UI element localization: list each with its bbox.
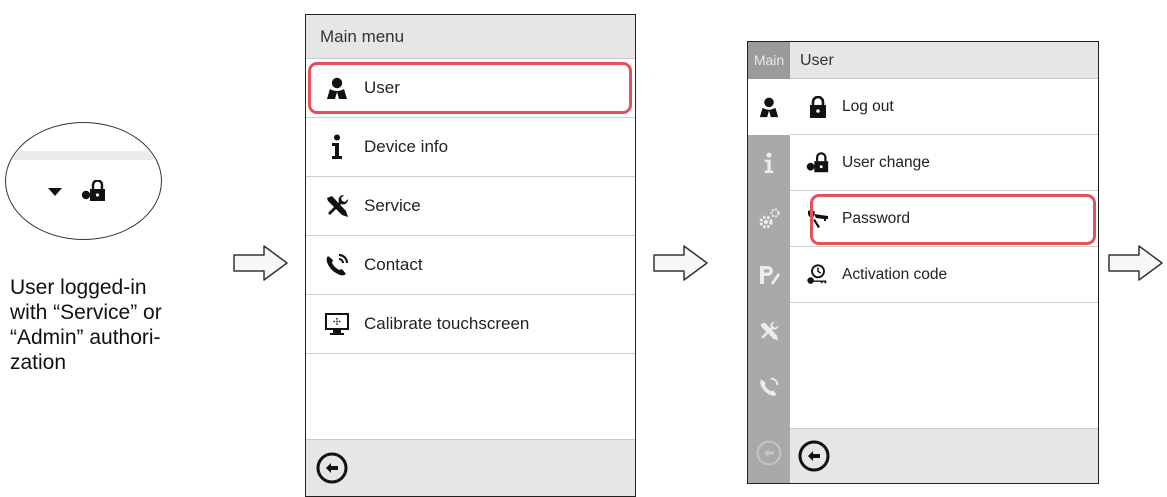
status-bar-strip <box>6 151 161 160</box>
back-button-icon <box>756 440 782 466</box>
menu-item-label: Activation code <box>842 265 948 283</box>
user-menu-footer <box>790 428 1098 483</box>
caption-line: “Admin” authori- <box>10 326 161 349</box>
lock-icon <box>806 95 830 119</box>
main-menu-screen: Main menu User Device info Service Conta… <box>305 14 636 497</box>
menu-item-device-info[interactable]: Device info <box>306 118 635 177</box>
main-menu-footer <box>306 439 635 496</box>
menu-item-user-change[interactable]: User change <box>790 135 1098 191</box>
menu-item-label: Password <box>842 209 911 227</box>
activation-key-icon <box>806 263 830 287</box>
phone-icon <box>760 377 779 396</box>
info-icon <box>324 134 350 160</box>
user-menu-title: User <box>790 42 1098 79</box>
menu-item-label: Contact <box>364 255 423 274</box>
menu-item-label: Service <box>364 196 421 215</box>
menu-item-contact[interactable]: Contact <box>306 236 635 295</box>
menu-item-activation-code[interactable]: Activation code <box>790 247 1098 303</box>
caption-text: User logged-in with “Service” or “Admin”… <box>10 275 220 375</box>
touchscreen-icon <box>324 311 350 337</box>
menu-item-calibrate-touchscreen[interactable]: Calibrate touchscreen <box>306 295 635 354</box>
user-icon <box>324 75 350 101</box>
sidebar-item-user[interactable] <box>748 79 790 135</box>
menu-item-log-out[interactable]: Log out <box>790 79 1098 135</box>
sidebar-back <box>748 425 790 481</box>
back-button-icon[interactable] <box>316 452 348 484</box>
sidebar-item-settings[interactable] <box>748 191 790 247</box>
sidebar: Main <box>748 42 790 483</box>
menu-item-label: Calibrate touchscreen <box>364 314 530 333</box>
caption-line: zation <box>10 351 67 374</box>
flow-arrow-icon <box>653 245 708 281</box>
user-change-icon <box>806 151 830 175</box>
menu-item-password[interactable]: Password <box>790 191 1098 247</box>
user-icon <box>759 97 779 118</box>
tools-icon <box>760 321 779 341</box>
phone-icon <box>324 252 350 278</box>
user-menu-screen: Main User Log out User change Password A… <box>747 41 1099 484</box>
flow-arrow-icon <box>233 245 288 281</box>
password-key-icon <box>806 207 830 231</box>
caption-line: User logged-in <box>10 276 147 299</box>
flow-arrow-icon <box>1108 245 1163 281</box>
tools-icon <box>324 193 350 219</box>
menu-item-service[interactable]: Service <box>306 177 635 236</box>
sidebar-item-service[interactable] <box>748 303 790 359</box>
info-icon <box>764 152 774 173</box>
sidebar-item-info[interactable] <box>748 135 790 191</box>
menu-item-label: User change <box>842 153 930 171</box>
sidebar-item-contact[interactable] <box>748 359 790 415</box>
menu-item-user[interactable]: User <box>306 59 635 118</box>
sidebar-item-programs[interactable] <box>748 247 790 303</box>
main-menu-title: Main menu <box>306 15 635 59</box>
back-button-icon[interactable] <box>798 440 830 472</box>
menu-item-label: Log out <box>842 97 894 115</box>
sidebar-title: Main <box>748 42 790 79</box>
zoom-detail-circle <box>5 122 162 240</box>
user-lock-icon[interactable] <box>81 180 107 202</box>
menu-item-label: Device info <box>364 137 449 156</box>
caption-line: with “Service” or <box>10 301 162 324</box>
menu-item-label: User <box>364 78 400 97</box>
settings-gears-icon <box>759 208 780 229</box>
program-icon <box>760 266 780 285</box>
dropdown-triangle-icon[interactable] <box>48 188 62 197</box>
